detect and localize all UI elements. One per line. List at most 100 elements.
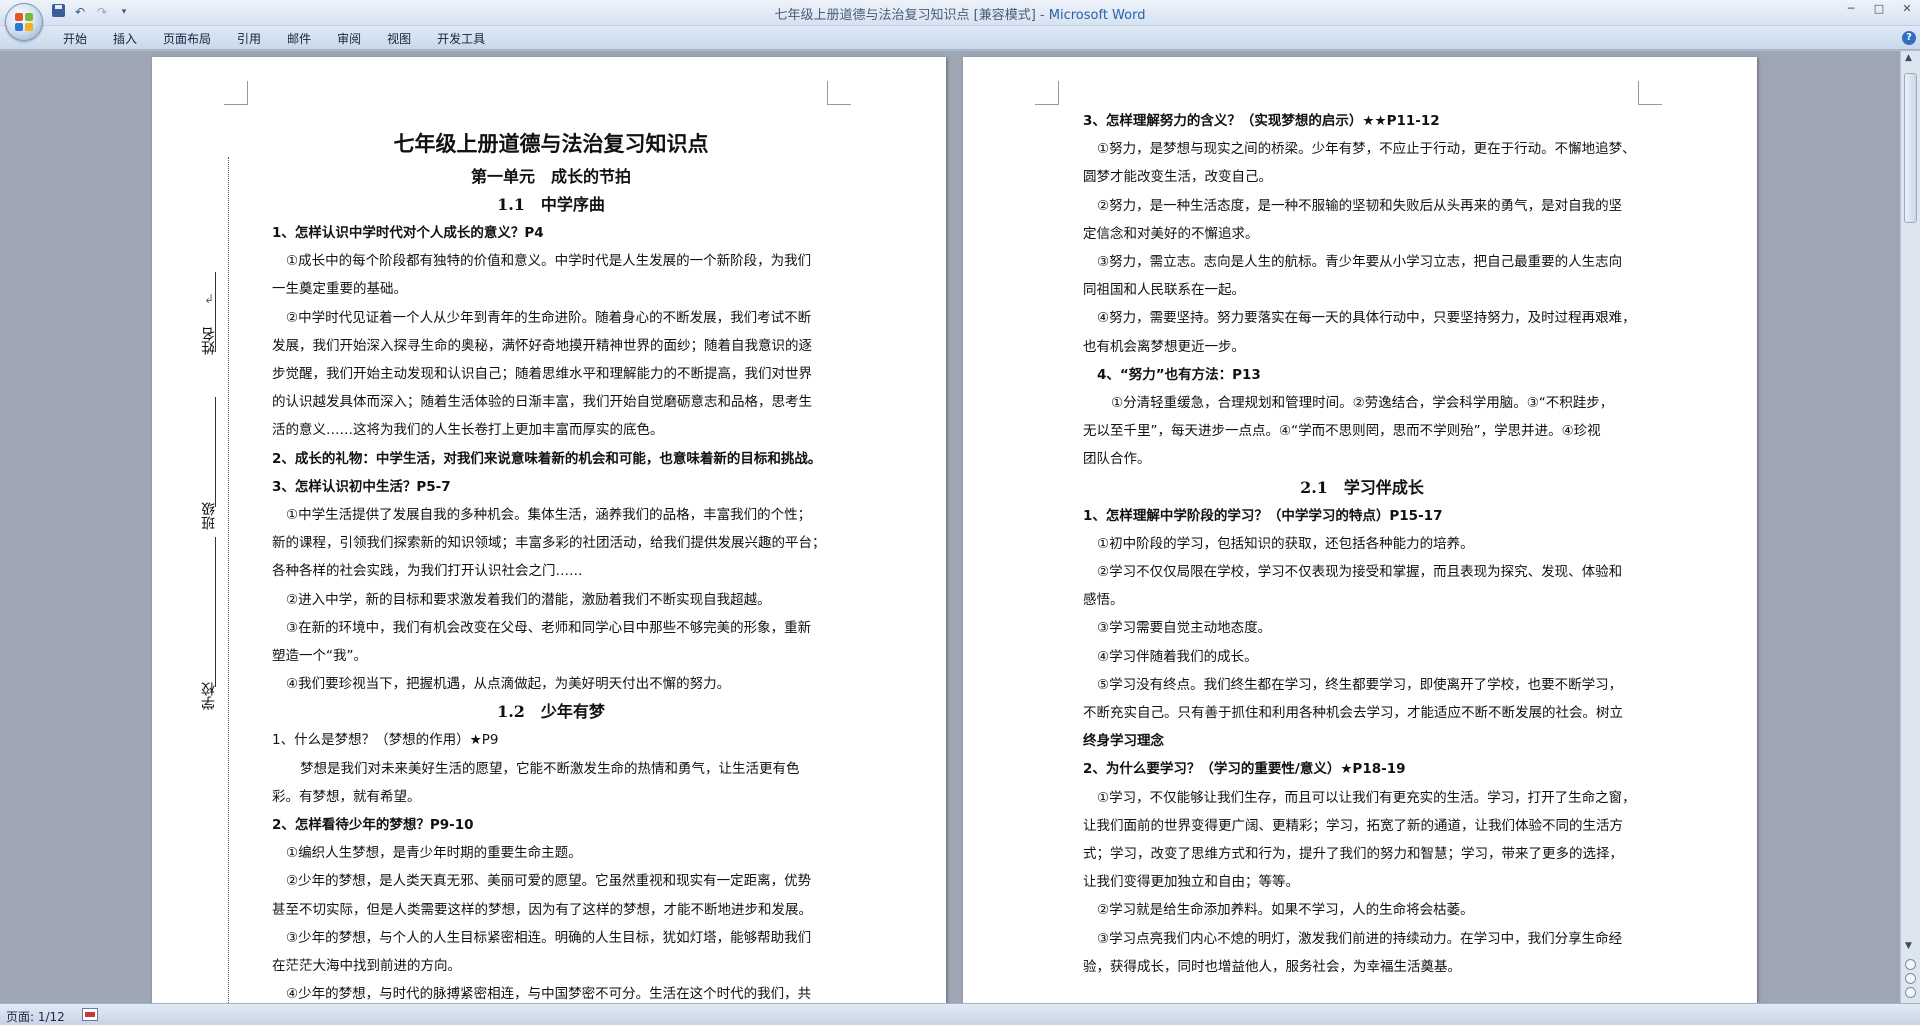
document-title: 七年级上册道德与法治复习知识点	[393, 131, 709, 156]
close-icon[interactable]: ✕	[1900, 2, 1914, 15]
crop-mark	[1638, 81, 1662, 105]
body-line: 彩。有梦想，就有希望。	[272, 788, 421, 805]
section-heading: 1.2 少年有梦	[497, 702, 605, 722]
binding-school-label: 学校	[201, 682, 217, 710]
next-page-icon[interactable]	[1905, 987, 1916, 998]
body-line: 一生奠定重要的基础。	[272, 281, 407, 298]
tab-insert[interactable]: 插入	[100, 30, 150, 48]
binding-line	[228, 157, 229, 1003]
tab-view[interactable]: 视图	[374, 30, 424, 48]
body-line: ①编织人生梦想，是青少年时期的重要生命主题。	[286, 845, 582, 862]
vertical-scrollbar[interactable]: ▲ ▼	[1900, 51, 1920, 1003]
ribbon-tabs: 开始 插入 页面布局 引用 邮件 审阅 视图 开发工具	[50, 30, 498, 48]
body-line: ③少年的梦想，与个人的人生目标紧密相连。明确的人生目标，犹如灯塔，能够帮助我们	[286, 929, 812, 946]
help-icon[interactable]: ?	[1902, 31, 1916, 45]
section-heading: 1.1 中学序曲	[497, 195, 605, 214]
binding-underline	[215, 537, 216, 687]
section-heading: 2.1 学习伴成长	[1300, 477, 1424, 497]
body-line: 同祖国和人民联系在一起。	[1083, 282, 1245, 299]
browse-object-icon[interactable]	[1905, 973, 1916, 984]
body-line: 甚至不切实际，但是人类需要这样的梦想，因为有了这样的梦想，才能不断地进步和发展。	[272, 901, 812, 918]
body-line: ②中学时代见证着一个人从少年到青年的生命进阶。随着身心的不断发展，我们考试不断	[286, 309, 812, 326]
page-count[interactable]: 页面: 1/12	[6, 1008, 65, 1025]
body-line: 不断充实自己。只有善于抓住和利用各种机会去学习，才能适应不断不断发展的社会。树立	[1083, 705, 1623, 722]
title-bar: ↶ ↷ ▾ 七年级上册道德与法治复习知识点 [兼容模式] - Microsoft…	[0, 0, 1920, 41]
office-button[interactable]	[5, 3, 43, 41]
body-line: 感悟。	[1083, 592, 1124, 609]
body-line: 发展，我们开始深入探寻生命的奥秘，满怀好奇地摸开精神世界的面纱；随着自我意识的逐	[272, 337, 812, 354]
tab-review[interactable]: 审阅	[324, 30, 374, 48]
body-line: 塑造一个“我”。	[272, 648, 367, 665]
binding-underline	[215, 272, 216, 352]
previous-page-icon[interactable]	[1905, 959, 1916, 970]
crop-mark	[827, 81, 851, 105]
page-1-content[interactable]: 七年级上册道德与法治复习知识点 第一单元 成长的节拍 1.1 中学序曲 1、怎样…	[272, 125, 830, 1003]
body-line: ③在新的环境中，我们有机会改变在父母、老师和同学心目中那些不够完美的形象，重新	[286, 619, 812, 636]
body-line: 新的课程，引领我们探索新的知识领域；丰富多彩的社团活动，给我们提供发展兴趣的平台…	[272, 535, 826, 552]
question-line: 2、为什么要学习？（学习的重要性/意义）★P18-19	[1083, 761, 1406, 778]
question-line: 3、怎样理解努力的含义？（实现梦想的启示）★★P11-12	[1083, 113, 1440, 129]
question-line: 3、怎样认识初中生活？P5-7	[272, 478, 451, 495]
page-1[interactable]: ↲ 姓名 班级 学校 七年级上册道德与法治复习知识点 第一单元 成长的节拍 1.…	[152, 57, 946, 1003]
body-line: 验，获得成长，同时也增益他人，服务社会，为幸福生活奠基。	[1083, 958, 1461, 975]
body-line: ②少年的梦想，是人类天真无邪、美丽可爱的愿望。它虽然重视和现实有一定距离，优势	[286, 873, 812, 890]
body-line: 的认识越发具体而深入；随着生活体验的日渐丰富，我们开始自觉磨砺意志和品格，思考生	[272, 394, 812, 411]
tab-mailings[interactable]: 邮件	[274, 30, 324, 48]
body-line: ③学习点亮我们内心不熄的明灯，激发我们前进的持续动力。在学习中，我们分享生命经	[1097, 930, 1623, 947]
tab-home[interactable]: 开始	[50, 30, 100, 48]
body-line: ④努力，需要坚持。努力要落实在每一天的具体行动中，只要坚持努力，及时过程再艰难，	[1097, 310, 1636, 327]
binding-underline	[215, 397, 216, 507]
window-title: 七年级上册道德与法治复习知识点 [兼容模式] - Microsoft Word	[774, 8, 1146, 23]
body-line: ①中学生活提供了发展自我的多种机会。集体生活，涵养我们的品格，丰富我们的个性；	[286, 507, 812, 524]
tab-page-layout[interactable]: 页面布局	[150, 30, 224, 48]
document-area[interactable]: ↲ 姓名 班级 学校 七年级上册道德与法治复习知识点 第一单元 成长的节拍 1.…	[0, 51, 1900, 1003]
status-bar: 页面: 1/12	[0, 1003, 1920, 1025]
body-line: ①成长中的每个阶段都有独特的价值和意义。中学时代是人生发展的一个新阶段，为我们	[286, 253, 812, 270]
body-line: ①努力，是梦想与现实之间的桥梁。少年有梦，不应止于行动，更在于行动。不懈地追梦、	[1097, 141, 1636, 158]
minimize-icon[interactable]: ─	[1844, 2, 1858, 15]
ribbon: 开始 插入 页面布局 引用 邮件 审阅 视图 开发工具 ?	[0, 26, 1920, 50]
body-line: 在茫茫大海中找到前进的方向。	[272, 958, 461, 975]
body-line: 也有机会离梦想更近一步。	[1083, 338, 1245, 355]
body-line: ①分清轻重缓急，合理规划和管理时间。②劳逸结合，学会科学用脑。③“不积跬步，	[1111, 395, 1614, 412]
body-line: 让我们面前的世界变得更广阔、更精彩；学习，拓宽了新的通道，让我们体验不同的生活方	[1083, 817, 1623, 834]
body-line: ③学习需要自觉主动地态度。	[1097, 620, 1272, 637]
crop-mark	[1035, 81, 1059, 105]
body-line: 圆梦才能改变生活，改变自己。	[1083, 169, 1272, 186]
body-line: 步觉醒，我们开始主动发现和认识自己；随着思维水平和理解能力的不断提高，我们对世界	[272, 366, 812, 383]
body-line: ①初中阶段的学习，包括知识的获取，还包括各种能力的培养。	[1097, 535, 1474, 552]
maximize-icon[interactable]: □	[1872, 2, 1886, 15]
page-2-content[interactable]: 3、怎样理解努力的含义？（实现梦想的启示）★★P11-12 ①努力，是梦想与现实…	[1083, 107, 1641, 981]
question-line: 1、什么是梦想？（梦想的作用）★P9	[272, 732, 499, 749]
body-line: 式；学习，改变了思维方式和行为，提升了我们的努力和智慧；学习，带来了更多的选择，	[1083, 846, 1623, 863]
scrollbar-thumb[interactable]	[1904, 73, 1917, 223]
window-controls: ─ □ ✕	[1844, 2, 1914, 15]
page-2[interactable]: 3、怎样理解努力的含义？（实现梦想的启示）★★P11-12 ①努力，是梦想与现实…	[963, 57, 1757, 1003]
question-line: 2、怎样看待少年的梦想？P9-10	[272, 817, 474, 834]
crop-mark	[224, 81, 248, 105]
body-line: 团队合作。	[1083, 451, 1151, 468]
tab-references[interactable]: 引用	[224, 30, 274, 48]
body-line: 让我们变得更加独立和自由；等等。	[1083, 874, 1299, 891]
tab-developer[interactable]: 开发工具	[424, 30, 498, 48]
body-line: ⑤学习没有终点。我们终生都在学习，终生都要学习，即使离开了学校，也要不断学习，	[1097, 676, 1623, 693]
body-line: ④我们要珍视当下，把握机遇，从点滴做起，为美好明天付出不懈的努力。	[286, 676, 731, 693]
body-line: 终身学习理念	[1083, 733, 1164, 750]
body-line: ④学习伴随着我们的成长。	[1097, 648, 1258, 665]
body-line: ②进入中学，新的目标和要求激发着我们的潜能，激励着我们不断实现自我超越。	[286, 591, 771, 608]
paragraph-mark: ↲	[204, 292, 215, 306]
body-line: ②学习不仅仅局限在学校，学习不仅表现为接受和掌握，而且表现为探究、发现、体验和	[1097, 564, 1623, 581]
question-line: 4、“努力”也有方法：P13	[1097, 366, 1261, 383]
binding-name-label: 姓名	[201, 327, 217, 355]
question-line: 1、怎样理解中学阶段的学习？（中学学习的特点）P15-17	[1083, 507, 1443, 524]
body-line: 无以至千里”，每天进步一点点。④“学而不思则罔，思而不学则殆”，学思并进。④珍视	[1083, 423, 1601, 440]
question-line: 2、成长的礼物：中学生活，对我们来说意味着新的机会和可能，也意味着新的目标和挑战…	[272, 450, 822, 467]
proofing-icon[interactable]	[82, 1008, 98, 1021]
body-line: 各种各样的社会实践，为我们打开认识社会之门……	[272, 563, 583, 580]
scroll-down-icon[interactable]: ▼	[1905, 941, 1912, 951]
body-line: ①学习，不仅能够让我们生存，而且可以让我们有更充实的生活。学习，打开了生命之窗，	[1097, 789, 1636, 806]
body-line: ④少年的梦想，与时代的脉搏紧密相连，与中国梦密不可分。生活在这个时代的我们，共	[286, 986, 812, 1003]
body-line: 活的意义……这将为我们的人生长卷打上更加丰富而厚实的底色。	[272, 422, 664, 439]
scroll-up-icon[interactable]: ▲	[1905, 53, 1912, 63]
unit-heading: 第一单元 成长的节拍	[470, 167, 631, 186]
